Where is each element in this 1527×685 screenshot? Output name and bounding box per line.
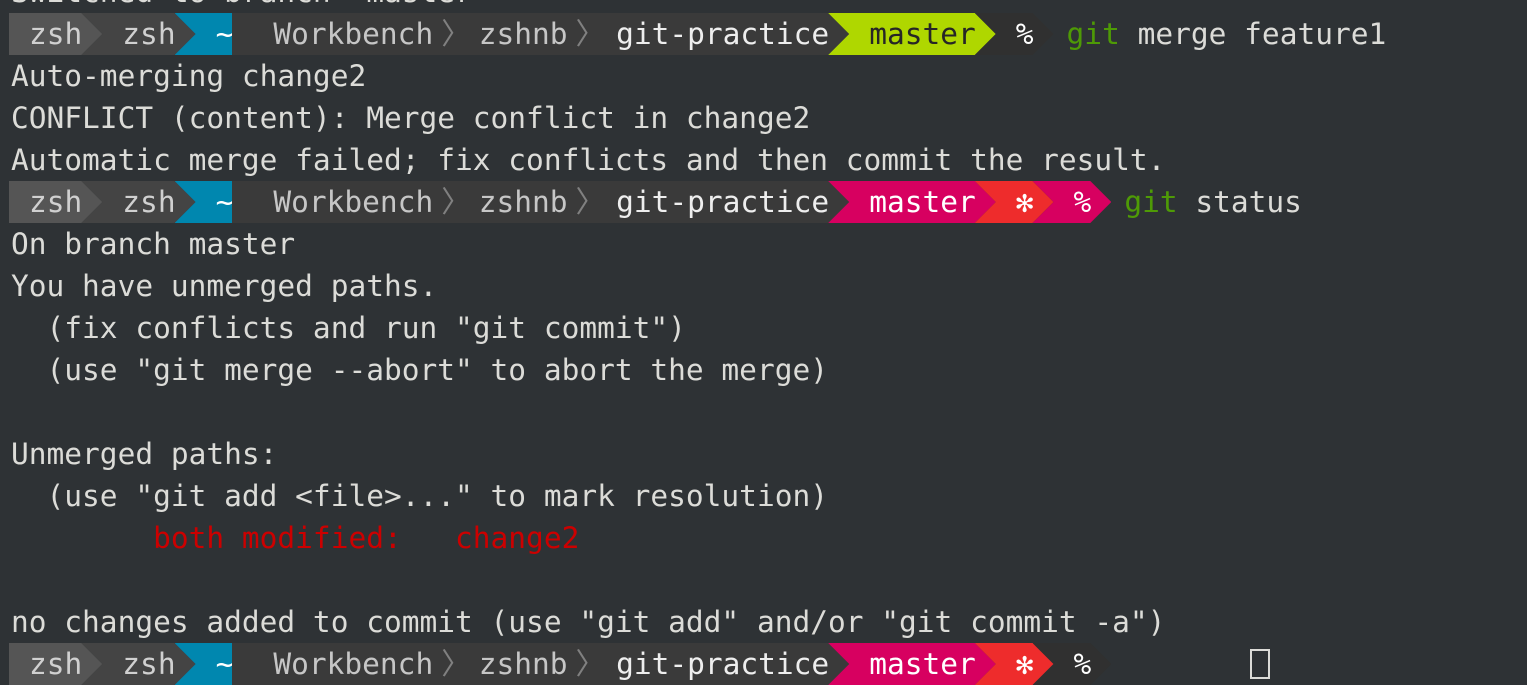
separator-icon: 〉	[575, 17, 606, 51]
output-line: Unmerged paths:	[11, 437, 278, 471]
git-branch-segment: master	[828, 13, 996, 55]
output-line: Auto-merging change2	[11, 59, 367, 93]
git-branch-segment: master	[828, 181, 996, 223]
terminal-window[interactable]: Switched to branch 'master' zsh zsh ~ Wo…	[0, 0, 1527, 685]
path-part: zshnb	[478, 647, 568, 681]
prompt-line: zsh zsh ~ Workbench 〉 zshnb 〉 git-practice …	[0, 13, 1527, 55]
dir-segment: git-practice	[612, 181, 849, 223]
output-line: You have unmerged paths.	[11, 269, 438, 303]
output-line: CONFLICT (content): Merge conflict in ch…	[11, 101, 811, 135]
separator-icon: 〉	[575, 185, 606, 219]
dir-segment: git-practice	[612, 13, 849, 55]
output-line: (fix conflicts and run "git commit")	[11, 311, 686, 345]
git-branch-segment: master	[828, 643, 996, 685]
command-args: merge feature1	[1119, 17, 1387, 51]
command-keyword: git	[1124, 185, 1178, 219]
path-part: Workbench	[273, 17, 434, 51]
path-segment: Workbench 〉 zshnb 〉	[232, 181, 614, 223]
unmerged-file-line: both modified: change2	[11, 521, 580, 555]
command-text: git merge feature1	[1033, 17, 1387, 51]
separator-icon: 〉	[575, 647, 606, 681]
output-line: Automatic merge failed; fix conflicts an…	[11, 143, 1166, 177]
separator-icon: 〉	[441, 647, 471, 681]
path-part: Workbench	[273, 185, 434, 219]
path-segment: Workbench 〉 zshnb 〉	[232, 643, 614, 685]
command-keyword: git	[1066, 17, 1120, 51]
output-line: On branch master	[11, 227, 296, 261]
output-line: no changes added to commit (use "git add…	[11, 605, 1166, 639]
separator-icon: 〉	[441, 185, 471, 219]
output-line: Switched to branch 'master'	[0, 0, 1527, 13]
command-text: git status	[1090, 185, 1302, 219]
output-line: (use "git merge --abort" to abort the me…	[11, 353, 828, 387]
path-part: zshnb	[478, 185, 568, 219]
path-part: Workbench	[273, 647, 434, 681]
output-line: (use "git add <file>..." to mark resolut…	[11, 479, 828, 513]
prompt-line: zsh zsh ~ Workbench 〉 zshnb 〉 git-practice …	[0, 643, 1527, 685]
path-part: zshnb	[478, 17, 568, 51]
text-cursor[interactable]	[1250, 649, 1270, 679]
command-args: status	[1177, 185, 1302, 219]
path-segment: Workbench 〉 zshnb 〉	[232, 13, 614, 55]
dir-segment: git-practice	[612, 643, 849, 685]
prompt-line: zsh zsh ~ Workbench 〉 zshnb 〉 git-practice …	[0, 181, 1527, 223]
separator-icon: 〉	[441, 17, 471, 51]
